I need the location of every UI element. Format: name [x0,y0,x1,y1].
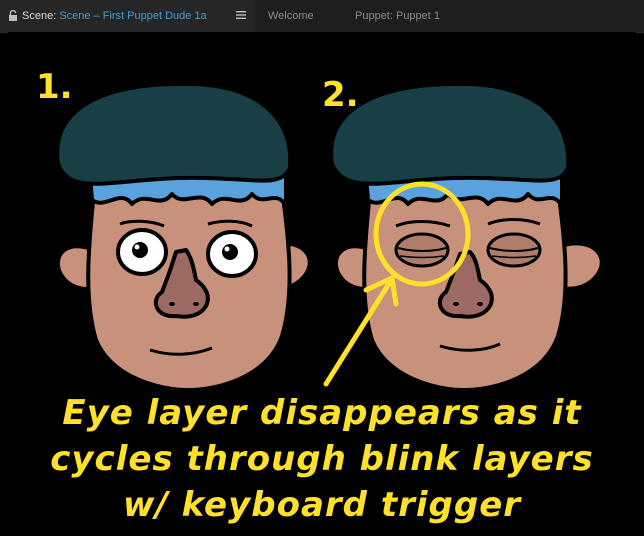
hat [55,81,293,186]
hat [329,81,571,186]
left-pupil [132,242,148,258]
caption-line-2: cycles through blink layers [50,439,594,479]
caption-line-1: Eye layer disappears as it [62,393,582,433]
caption-line-3: w/ keyboard trigger [122,485,522,525]
label-2: 2. [322,75,359,115]
right-pupil [222,244,238,260]
puppet-1 [55,81,312,392]
annotation-caption: Eye layer disappears as it cycles throug… [0,390,644,528]
label-1: 1. [36,67,73,107]
